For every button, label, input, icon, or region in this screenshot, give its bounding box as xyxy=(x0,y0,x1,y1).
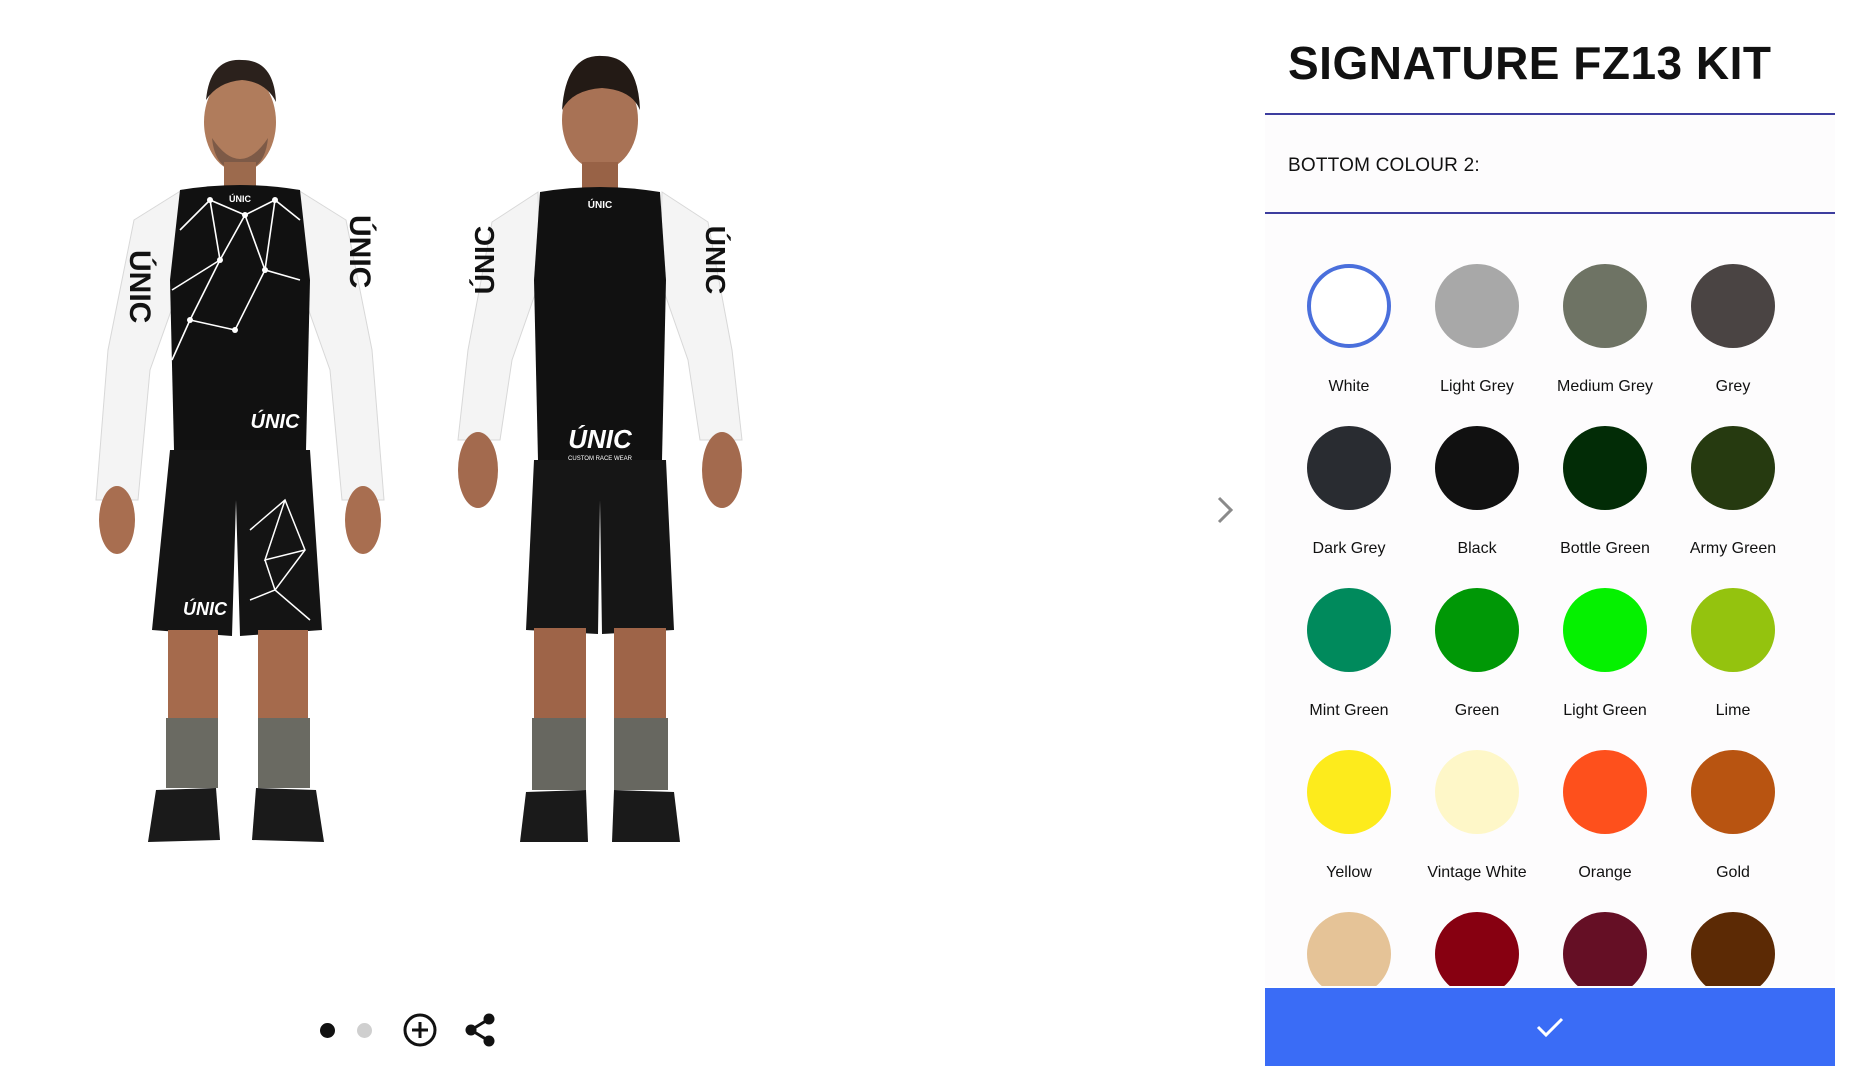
swatch-grid: White Light Grey Medium Grey Grey Dark Grey B… xyxy=(1285,264,1815,986)
swatch-circle[interactable] xyxy=(1691,750,1775,834)
swatch-circle[interactable] xyxy=(1435,750,1519,834)
option-label: BOTTOM COLOUR 2: xyxy=(1288,155,1480,176)
swatch-circle[interactable] xyxy=(1691,912,1775,986)
swatch-label: Gold xyxy=(1716,864,1750,881)
swatch-circle[interactable] xyxy=(1307,426,1391,510)
svg-text:ÚNIC: ÚNIC xyxy=(588,198,612,211)
color-swatch[interactable]: Green xyxy=(1413,588,1541,750)
color-swatch[interactable] xyxy=(1541,912,1669,986)
color-swatch[interactable]: Medium Grey xyxy=(1541,264,1669,426)
panel-header: SIGNATURE FZ13 KIT xyxy=(1265,0,1835,115)
swatch-label: Light Grey xyxy=(1440,378,1514,395)
color-swatch[interactable]: Light Green xyxy=(1541,588,1669,750)
color-swatch[interactable]: Mint Green xyxy=(1285,588,1413,750)
color-swatch[interactable]: Yellow xyxy=(1285,750,1413,912)
svg-text:ÚNIC: ÚNIC xyxy=(229,193,251,204)
viewer-controls xyxy=(320,1005,520,1055)
color-swatch[interactable]: Army Green xyxy=(1669,426,1797,588)
swatch-circle[interactable] xyxy=(1691,588,1775,672)
svg-text:ÚNIC: ÚNIC xyxy=(343,215,377,288)
svg-text:ÚNIC: ÚNIC xyxy=(568,424,633,454)
swatch-circle[interactable] xyxy=(1307,264,1391,348)
swatch-label: Lime xyxy=(1715,702,1751,719)
color-swatch[interactable]: White xyxy=(1285,264,1413,426)
swatch-circle[interactable] xyxy=(1563,588,1647,672)
swatch-label: Medium Grey xyxy=(1556,378,1654,395)
customizer-panel: SIGNATURE FZ13 KIT BOTTOM COLOUR 2: Whit… xyxy=(1265,0,1835,1070)
swatch-circle[interactable] xyxy=(1563,264,1647,348)
color-swatch[interactable]: Lime xyxy=(1669,588,1797,750)
sleeve-logo: ÚNIC xyxy=(123,250,157,323)
view-dot-front[interactable] xyxy=(320,1022,335,1038)
swatch-label: Light Green xyxy=(1563,702,1647,719)
swatch-circle[interactable] xyxy=(1435,588,1519,672)
swatch-circle[interactable] xyxy=(1435,426,1519,510)
color-swatch[interactable] xyxy=(1285,912,1413,986)
color-swatch[interactable]: Dark Grey xyxy=(1285,426,1413,588)
color-swatch[interactable]: Light Grey xyxy=(1413,264,1541,426)
swatch-label: Grey xyxy=(1715,378,1751,395)
swatch-circle[interactable] xyxy=(1307,912,1391,986)
zoom-in-icon[interactable] xyxy=(400,1010,440,1050)
checkmark-icon xyxy=(1536,1017,1564,1038)
swatch-label: Green xyxy=(1454,702,1500,719)
option-label-bar: BOTTOM COLOUR 2: xyxy=(1265,115,1835,214)
color-swatch[interactable]: Grey xyxy=(1669,264,1797,426)
color-swatch[interactable]: Black xyxy=(1413,426,1541,588)
swatch-label: Black xyxy=(1457,540,1497,557)
swatch-circle[interactable] xyxy=(1307,588,1391,672)
chevron-right-icon[interactable] xyxy=(1205,490,1245,530)
swatch-label: White xyxy=(1328,378,1370,395)
swatch-circle[interactable] xyxy=(1563,750,1647,834)
svg-text:ÚNIC: ÚNIC xyxy=(183,598,228,619)
swatch-label: Orange xyxy=(1578,864,1632,881)
svg-text:ÚNIC: ÚNIC xyxy=(700,226,731,294)
swatch-circle[interactable] xyxy=(1691,264,1775,348)
color-swatch[interactable]: Gold xyxy=(1669,750,1797,912)
svg-text:ÚNIC: ÚNIC xyxy=(469,226,500,294)
product-viewer: ÚNIC ÚNIC ÚNIC ÚNIC ÚNIC ÚNIC ÚNIC CUSTO… xyxy=(0,0,1250,1080)
swatch-circle[interactable] xyxy=(1691,426,1775,510)
swatch-circle[interactable] xyxy=(1563,912,1647,986)
swatch-circle[interactable] xyxy=(1307,750,1391,834)
share-icon[interactable] xyxy=(460,1010,500,1050)
view-dot-back[interactable] xyxy=(357,1022,372,1038)
swatch-label: Bottle Green xyxy=(1560,540,1650,557)
product-title: SIGNATURE FZ13 KIT xyxy=(1288,37,1772,89)
swatch-scroll-area[interactable]: White Light Grey Medium Grey Grey Dark Grey B… xyxy=(1265,214,1835,986)
color-swatch[interactable]: Orange xyxy=(1541,750,1669,912)
swatch-circle[interactable] xyxy=(1435,264,1519,348)
swatch-label: Dark Grey xyxy=(1312,540,1386,557)
color-swatch[interactable] xyxy=(1413,912,1541,986)
kit-front-view: ÚNIC ÚNIC ÚNIC ÚNIC ÚNIC xyxy=(60,30,420,990)
swatch-label: Yellow xyxy=(1326,864,1372,881)
swatch-label: Vintage White xyxy=(1427,864,1527,881)
chest-logo: ÚNIC xyxy=(251,409,300,433)
color-swatch[interactable]: Bottle Green xyxy=(1541,426,1669,588)
kit-back-view: ÚNIC ÚNIC CUSTOM RACE WEAR ÚNIC ÚNIC xyxy=(420,30,780,990)
swatch-circle[interactable] xyxy=(1435,912,1519,986)
swatch-circle[interactable] xyxy=(1563,426,1647,510)
swatch-label: Mint Green xyxy=(1309,702,1389,719)
color-swatch[interactable] xyxy=(1669,912,1797,986)
confirm-button[interactable] xyxy=(1265,988,1835,1066)
color-swatch[interactable]: Vintage White xyxy=(1413,750,1541,912)
swatch-label: Army Green xyxy=(1689,540,1777,557)
